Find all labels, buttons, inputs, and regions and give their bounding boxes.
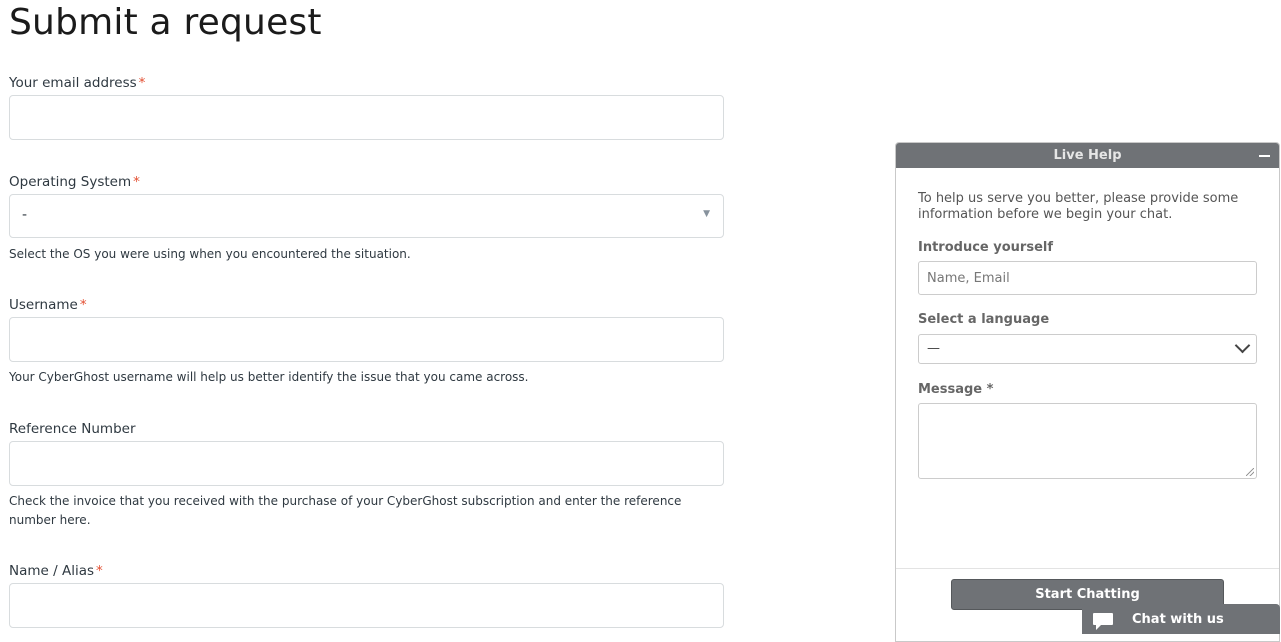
required-mark: * [133,174,140,190]
language-selected-value: — [927,341,940,356]
os-label: Operating System * [9,174,140,190]
alias-input[interactable] [9,583,724,628]
required-mark: * [138,75,146,91]
chat-footer-divider [896,568,1279,569]
reference-label: Reference Number [9,421,136,437]
os-field-group: Operating System * - ▼ Select the OS you … [9,174,724,264]
message-label: Message * [918,382,994,397]
reference-field-group: Reference Number Check the invoice that … [9,421,724,530]
username-hint: Your CyberGhost username will help us be… [9,370,529,384]
username-field-group: Username * Your CyberGhost username will … [9,297,724,387]
reference-hint: Check the invoice that you received with… [9,494,682,527]
os-selected-value: - [22,207,28,223]
chat-intro-text: To help us serve you better, please prov… [918,191,1239,222]
chat-tab-label: Chat with us [1132,612,1224,627]
minus-icon[interactable] [1259,155,1270,157]
email-field-group: Your email address * [9,75,724,140]
email-input[interactable] [9,95,724,140]
os-hint: Select the OS you were using when you en… [9,247,411,261]
chat-header[interactable]: Live Help [896,143,1279,168]
alias-label: Name / Alias * [9,563,103,579]
introduce-input[interactable]: Name, Email [918,261,1257,295]
live-help-widget: Live Help To help us serve you better, p… [895,142,1280,642]
introduce-placeholder: Name, Email [927,271,1010,286]
resize-grip-icon[interactable] [1246,468,1254,476]
chat-with-us-tab[interactable]: Chat with us [1082,604,1280,634]
language-select[interactable]: — [918,334,1257,364]
introduce-label: Introduce yourself [918,240,1053,255]
message-textarea[interactable] [918,403,1257,479]
page-title: Submit a request [9,2,322,43]
chat-header-title: Live Help [1053,148,1122,163]
alias-field-group: Name / Alias * [9,563,724,628]
reference-input[interactable] [9,441,724,486]
required-mark: * [96,563,103,579]
chat-bubble-icon [1092,612,1114,636]
os-select[interactable]: - ▼ [9,194,724,238]
required-mark: * [79,297,87,313]
language-label: Select a language [918,312,1050,327]
email-label: Your email address * [9,75,146,91]
chevron-down-icon [1234,337,1251,354]
username-input[interactable] [9,317,724,362]
username-label: Username * [9,297,87,313]
caret-down-icon: ▼ [703,209,710,219]
